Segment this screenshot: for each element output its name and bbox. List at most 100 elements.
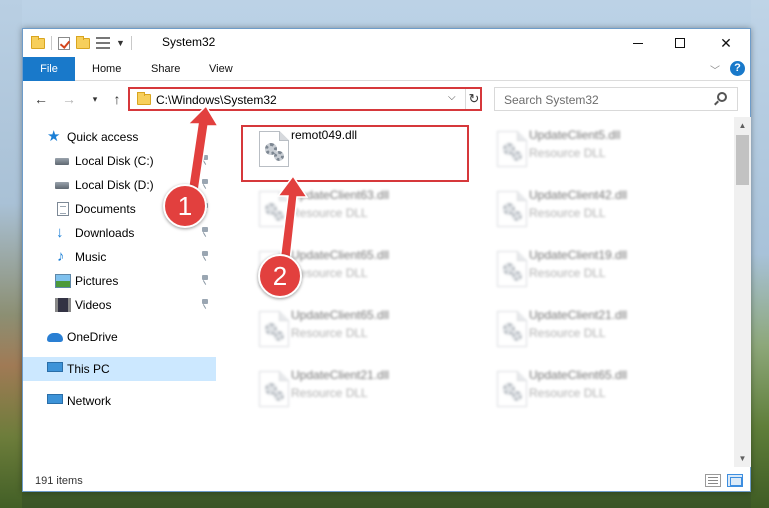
file-name: UpdateClient42.dll	[529, 188, 628, 202]
file-item[interactable]: UpdateClient63.dll Resource DLL	[243, 185, 473, 241]
file-type: Resource DLL	[529, 206, 606, 220]
sidebar-item-label: This PC	[67, 362, 110, 376]
sidebar-item-onedrive[interactable]: OneDrive	[23, 325, 216, 349]
pin-icon[interactable]	[201, 251, 209, 261]
sidebar-item-label: OneDrive	[67, 330, 118, 344]
sidebar-item-network[interactable]: Network	[23, 389, 216, 413]
navigation-bar: ← → ▾ ↑ C:\Windows\System32 ⌵ ↻ Search S…	[23, 86, 750, 112]
file-type: Resource DLL	[529, 266, 606, 280]
refresh-button[interactable]: ↻	[465, 89, 482, 109]
pin-icon[interactable]	[201, 299, 209, 309]
address-path[interactable]: C:\Windows\System32	[156, 93, 277, 107]
file-item[interactable]: UpdateClient65.dll Resource DLL	[243, 305, 473, 361]
back-button[interactable]: ←	[31, 89, 51, 109]
maximize-button[interactable]	[657, 29, 703, 57]
quick-access-toolbar: ▼	[31, 35, 132, 51]
file-item[interactable]: UpdateClient19.dll Resource DLL	[481, 245, 711, 301]
file-item[interactable]: UpdateClient5.dll Resource DLL	[481, 125, 711, 181]
file-type: Resource DLL	[529, 146, 606, 160]
scroll-down-icon[interactable]: ▼	[734, 450, 751, 467]
file-name: UpdateClient65.dll	[291, 308, 390, 322]
file-type: Resource DLL	[291, 206, 368, 220]
desktop-background-right	[751, 0, 769, 508]
close-button[interactable]: ✕	[703, 29, 749, 57]
customize-toolbar-icon[interactable]	[96, 37, 110, 49]
recent-locations-chevron-icon[interactable]: ▾	[85, 89, 105, 109]
scrollbar-thumb[interactable]	[736, 135, 749, 185]
sidebar-item-this-pc[interactable]: This PC	[23, 357, 216, 381]
title-bar: ▼ System32 ✕	[23, 29, 750, 57]
file-name: UpdateClient19.dll	[529, 248, 628, 262]
pin-icon[interactable]	[201, 227, 209, 237]
expand-ribbon-chevron-icon[interactable]: ﹀	[710, 62, 720, 77]
file-name: UpdateClient5.dll	[529, 128, 621, 142]
file-type: Resource DLL	[291, 326, 368, 340]
tab-share[interactable]: Share	[151, 57, 180, 81]
maximize-icon	[675, 38, 685, 48]
sidebar-item-music[interactable]: ♪ Music	[23, 245, 216, 269]
new-folder-icon[interactable]	[76, 35, 90, 49]
pin-icon[interactable]	[201, 155, 209, 165]
pin-icon[interactable]	[201, 275, 209, 285]
network-icon	[47, 394, 63, 404]
forward-button[interactable]: →	[59, 89, 79, 109]
file-type: Resource DLL	[291, 386, 368, 400]
large-icons-view-icon[interactable]	[727, 474, 743, 487]
dll-file-icon	[497, 371, 527, 407]
documents-icon	[57, 202, 69, 216]
minimize-button[interactable]	[615, 29, 661, 57]
sidebar-item-quick-access[interactable]: ★ Quick access	[23, 125, 216, 149]
folder-icon	[137, 92, 151, 105]
sidebar-item-videos[interactable]: Videos	[23, 293, 216, 317]
tab-file[interactable]: File	[23, 57, 75, 81]
file-type: Resource DLL	[529, 326, 606, 340]
sidebar-item-local-disk-c[interactable]: Local Disk (C:)	[23, 149, 216, 173]
search-box[interactable]: Search System32	[494, 87, 738, 111]
tab-view[interactable]: View	[209, 57, 233, 81]
navigation-pane: ★ Quick access Local Disk (C:) Local Dis…	[23, 119, 216, 469]
close-icon: ✕	[720, 34, 732, 51]
scroll-up-icon[interactable]: ▲	[734, 117, 751, 134]
file-item[interactable]: UpdateClient42.dll Resource DLL	[481, 185, 711, 241]
sidebar-item-label: Videos	[75, 298, 112, 312]
address-bar[interactable]: C:\Windows\System32 ⌵ ↻	[128, 87, 482, 111]
status-bar: 191 items	[23, 469, 750, 492]
file-item[interactable]: UpdateClient21.dll Resource DLL	[243, 365, 473, 421]
tab-home[interactable]: Home	[92, 57, 121, 81]
highlight-box	[241, 125, 469, 182]
file-name: UpdateClient63.dll	[291, 188, 390, 202]
vertical-scrollbar[interactable]: ▲ ▼	[734, 117, 751, 467]
sidebar-item-pictures[interactable]: Pictures	[23, 269, 216, 293]
chevron-down-icon[interactable]: ▼	[116, 38, 125, 48]
up-button[interactable]: ↑	[107, 89, 127, 109]
ribbon: File Home Share View ﹀ ?	[23, 57, 750, 81]
pin-icon[interactable]	[201, 179, 209, 189]
file-type: Resource DLL	[529, 386, 606, 400]
sidebar-item-label: Downloads	[75, 226, 135, 240]
item-count: 191 items	[35, 475, 83, 487]
drive-icon	[55, 182, 69, 189]
dll-file-icon	[259, 191, 289, 227]
cloud-icon	[47, 333, 63, 342]
properties-check-icon[interactable]	[58, 36, 70, 50]
file-type: Resource DLL	[291, 266, 368, 280]
help-icon[interactable]: ?	[730, 61, 745, 76]
search-icon[interactable]	[717, 92, 727, 102]
file-item[interactable]: UpdateClient21.dll Resource DLL	[481, 305, 711, 361]
file-item[interactable]: UpdateClient65.dll Resource DLL	[481, 365, 711, 421]
search-placeholder[interactable]: Search System32	[504, 93, 599, 107]
window-title: System32	[162, 35, 216, 49]
address-dropdown-chevron-icon[interactable]: ⌵	[448, 92, 456, 103]
dll-file-icon	[497, 191, 527, 227]
music-icon: ♪	[57, 248, 65, 265]
dll-file-icon	[259, 311, 289, 347]
sidebar-item-label: Local Disk (D:)	[75, 178, 154, 192]
file-name: UpdateClient65.dll	[529, 368, 628, 382]
details-view-icon[interactable]	[705, 474, 721, 487]
videos-icon	[55, 298, 71, 312]
dll-file-icon	[497, 311, 527, 347]
downloads-icon: ↓	[56, 224, 64, 241]
sidebar-item-label: Quick access	[67, 130, 139, 144]
divider	[130, 36, 132, 50]
file-name: UpdateClient21.dll	[529, 308, 628, 322]
